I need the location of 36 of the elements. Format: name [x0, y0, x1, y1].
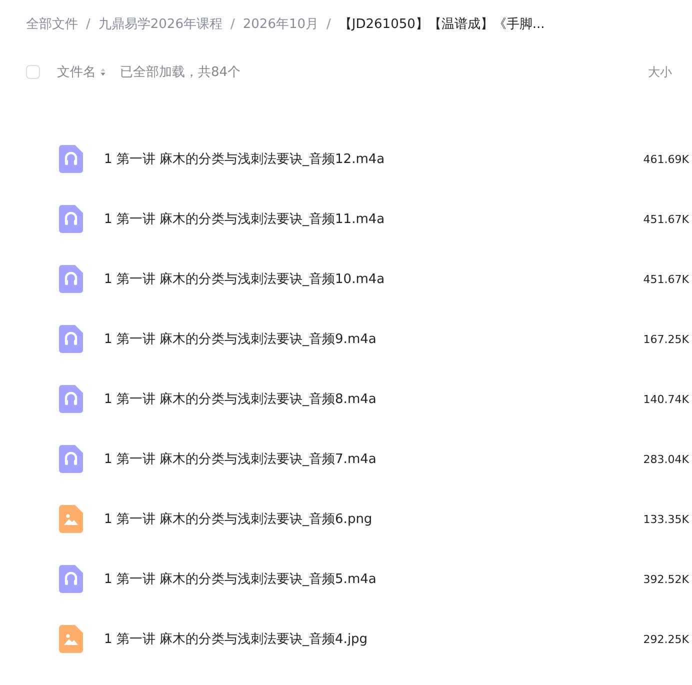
- image-file-icon: [59, 505, 83, 533]
- file-size: 140.74K: [643, 392, 689, 406]
- sort-icon[interactable]: [100, 67, 106, 77]
- headphones-file-icon: [59, 565, 83, 593]
- file-name[interactable]: 1 第一讲 麻木的分类与浅刺法要诀_音频12.m4a: [104, 150, 385, 168]
- file-size: 392.52K: [643, 572, 689, 586]
- headphones-file-icon: [59, 445, 83, 473]
- file-name[interactable]: 1 第一讲 麻木的分类与浅刺法要诀_音频6.png: [104, 510, 372, 528]
- file-size: 461.69K: [643, 152, 689, 166]
- file-size: 283.04K: [643, 452, 689, 466]
- file-name[interactable]: 1 第一讲 麻木的分类与浅刺法要诀_音频8.m4a: [104, 390, 376, 408]
- headphones-file-icon: [59, 205, 83, 233]
- file-name[interactable]: 1 第一讲 麻木的分类与浅刺法要诀_音频4.jpg: [104, 630, 368, 648]
- headphones-file-icon: [59, 145, 83, 173]
- breadcrumb-separator: /: [86, 16, 90, 32]
- headphones-file-icon: [59, 325, 83, 353]
- image-file-icon: [59, 625, 83, 653]
- file-size: 451.67K: [643, 212, 689, 226]
- size-column-header[interactable]: 大小: [648, 64, 672, 80]
- file-name[interactable]: 1 第一讲 麻木的分类与浅刺法要诀_音频7.m4a: [104, 450, 376, 468]
- file-size: 133.35K: [643, 512, 689, 526]
- select-all-checkbox[interactable]: [26, 65, 40, 79]
- headphones-file-icon: [59, 385, 83, 413]
- load-status-text: 已全部加载，共84个: [120, 64, 241, 81]
- file-name[interactable]: 1 第一讲 麻木的分类与浅刺法要诀_音频5.m4a: [104, 570, 376, 588]
- file-size: 451.67K: [643, 272, 689, 286]
- file-size: 292.25K: [643, 632, 689, 646]
- file-name[interactable]: 1 第一讲 麻木的分类与浅刺法要诀_音频11.m4a: [104, 210, 385, 228]
- breadcrumb-link[interactable]: 【JD261050】【温谱成】《手脚...: [338, 15, 545, 33]
- breadcrumb-separator: /: [326, 16, 331, 32]
- name-column-header[interactable]: 文件名: [57, 63, 96, 81]
- file-size: 167.25K: [643, 332, 689, 346]
- file-name[interactable]: 1 第一讲 麻木的分类与浅刺法要诀_音频9.m4a: [104, 330, 376, 348]
- headphones-file-icon: [59, 265, 83, 293]
- file-name[interactable]: 1 第一讲 麻木的分类与浅刺法要诀_音频10.m4a: [104, 270, 385, 288]
- breadcrumb-separator: /: [230, 16, 235, 32]
